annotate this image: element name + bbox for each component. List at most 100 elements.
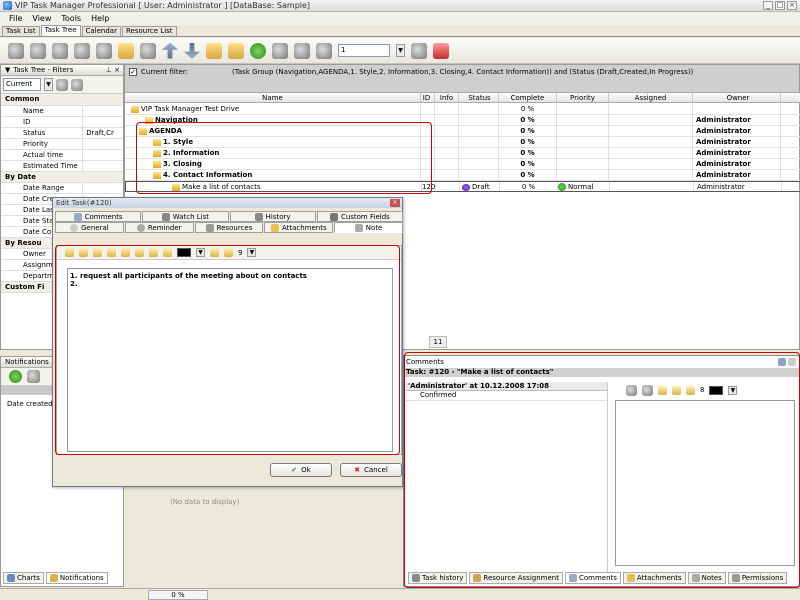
tab-calendar[interactable]: Calendar [81, 26, 121, 36]
view-task-icon[interactable] [8, 42, 24, 59]
font-size-value[interactable]: 8 [700, 386, 704, 394]
tab-dialog-comments[interactable]: Comments [55, 211, 142, 222]
font-icon[interactable] [672, 385, 681, 395]
table-row[interactable]: Make a list of contacts 120 Draft 0 % Normal… [125, 181, 800, 192]
tab-dialog-history[interactable]: History [229, 211, 316, 222]
filter-section[interactable]: Common [1, 94, 123, 106]
new-task-icon[interactable] [118, 42, 134, 59]
chevron-down-icon[interactable]: ▼ [728, 385, 738, 395]
task-group-icon[interactable] [228, 42, 244, 59]
chevron-down-icon[interactable]: ▼ [396, 44, 405, 57]
page-icon[interactable] [316, 42, 332, 59]
bold-icon[interactable] [658, 385, 667, 395]
pin-icon[interactable]: ⊥ × [106, 65, 120, 75]
filter-value[interactable] [82, 160, 123, 172]
table-row[interactable]: Navigation 0 % Administrator [125, 115, 800, 126]
export-icon[interactable] [411, 42, 427, 59]
tab-attachments[interactable]: Attachments [622, 572, 686, 584]
table-row[interactable]: 1. Style 0 % Administrator [125, 137, 800, 148]
column-priority[interactable]: Priority [557, 93, 609, 102]
move-down-icon[interactable] [184, 43, 200, 59]
tab-dialog-watch-list[interactable]: Watch List [142, 211, 229, 222]
menu-help[interactable]: Help [91, 14, 109, 23]
filter-row[interactable]: Name [1, 105, 123, 117]
expand-icon[interactable] [294, 42, 310, 59]
filter-row[interactable]: Date Range [1, 182, 123, 194]
tab-resource-assignment[interactable]: Resource Assignment [469, 572, 563, 584]
filter-value[interactable] [82, 116, 123, 128]
filter-row[interactable]: Priority [1, 138, 123, 150]
tab-comments[interactable]: Comments [564, 572, 621, 584]
delete-comment-icon[interactable] [642, 384, 653, 396]
filter-value[interactable] [82, 105, 123, 117]
table-row[interactable]: 3. Closing 0 % Administrator [125, 159, 800, 170]
color-picker[interactable] [709, 385, 724, 395]
cancel-button[interactable]: ✖ Cancel [340, 463, 402, 477]
delete-icon[interactable] [433, 42, 449, 59]
filter-row[interactable]: Status Draft,Cr [1, 127, 123, 139]
note-text-area[interactable]: 1. request all participants of the meeti… [67, 268, 393, 452]
dialog-close-button[interactable]: × [390, 199, 400, 207]
italic-icon[interactable] [135, 248, 144, 257]
page-selector[interactable]: 1 [338, 44, 390, 57]
edit-task-icon[interactable] [30, 42, 46, 59]
column-id[interactable]: ID [421, 93, 435, 102]
tab-dialog-note[interactable]: Note [334, 222, 403, 233]
chevron-down-icon[interactable]: ▼ [247, 248, 257, 257]
font-icon[interactable] [210, 248, 219, 257]
ok-button[interactable]: ✔ Ok [270, 463, 332, 477]
underline-icon[interactable] [149, 248, 158, 257]
close-icon[interactable] [788, 358, 796, 366]
chevron-down-icon[interactable]: ▼ [196, 248, 205, 257]
comment-text[interactable]: Confirmed [406, 391, 607, 401]
column-info[interactable]: Info [435, 93, 459, 102]
tab-dialog-general[interactable]: General [55, 222, 124, 233]
move-task-icon[interactable] [140, 42, 156, 59]
current-filter-checkbox[interactable]: ✓ [129, 68, 137, 76]
font-color-icon[interactable] [686, 385, 695, 395]
filter-icon[interactable] [56, 78, 68, 91]
tab-dialog-custom-fields[interactable]: Custom Fields [316, 211, 403, 222]
table-row[interactable]: VIP Task Manager Test Drive 0 % [125, 104, 800, 115]
align-left-icon[interactable] [79, 248, 88, 257]
filter-row[interactable]: Actual time [1, 149, 123, 161]
column-status[interactable]: Status [459, 93, 499, 102]
align-center-icon[interactable] [93, 248, 102, 257]
filter-value[interactable]: Draft,Cr [82, 127, 123, 139]
column-complete[interactable]: Complete [499, 93, 557, 102]
bullets-icon[interactable] [163, 248, 172, 257]
menu-tools[interactable]: Tools [61, 14, 81, 23]
menu-file[interactable]: File [9, 14, 22, 23]
filter-value[interactable] [82, 182, 123, 194]
group-icon[interactable] [206, 42, 222, 59]
refresh-icon[interactable] [9, 370, 22, 383]
tab-dialog-resources[interactable]: Resources [194, 222, 264, 233]
column-owner[interactable]: Owner [693, 93, 781, 102]
refresh-icon[interactable] [250, 42, 266, 59]
filter-options-icon[interactable] [71, 78, 83, 91]
print-icon[interactable] [272, 42, 288, 59]
filter-section[interactable]: By Date [1, 171, 123, 183]
column-name[interactable]: Name [125, 93, 421, 102]
tab-notifications[interactable]: Notifications [45, 572, 108, 584]
tab-permissions[interactable]: Permissions [727, 572, 788, 584]
table-row[interactable]: 4. Contact Information 0 % Administrator [125, 170, 800, 181]
move-up-icon[interactable] [162, 42, 178, 59]
font-size-icon[interactable] [224, 248, 233, 257]
maximize-button[interactable]: □ [775, 1, 785, 10]
tab-task-tree[interactable]: Task Tree [40, 25, 81, 36]
current-filter-select[interactable]: Current [3, 78, 41, 91]
tab-task-list[interactable]: Task List [2, 26, 40, 36]
find-task-icon[interactable] [74, 42, 90, 59]
tab-resource-list[interactable]: Resource List [121, 26, 177, 36]
tab-notes[interactable]: Notes [687, 572, 726, 584]
tab-dialog-reminder[interactable]: Reminder [124, 222, 194, 233]
align-right-icon[interactable] [107, 248, 116, 257]
add-comment-icon[interactable] [626, 384, 637, 396]
filter-icon[interactable] [96, 42, 112, 59]
column-assigned[interactable]: Assigned [609, 93, 693, 102]
bold-icon[interactable] [121, 248, 130, 257]
comment-text-area[interactable] [615, 400, 795, 566]
table-row[interactable]: 2. Information 0 % Administrator [125, 148, 800, 159]
font-size-value[interactable]: 9 [238, 249, 242, 257]
